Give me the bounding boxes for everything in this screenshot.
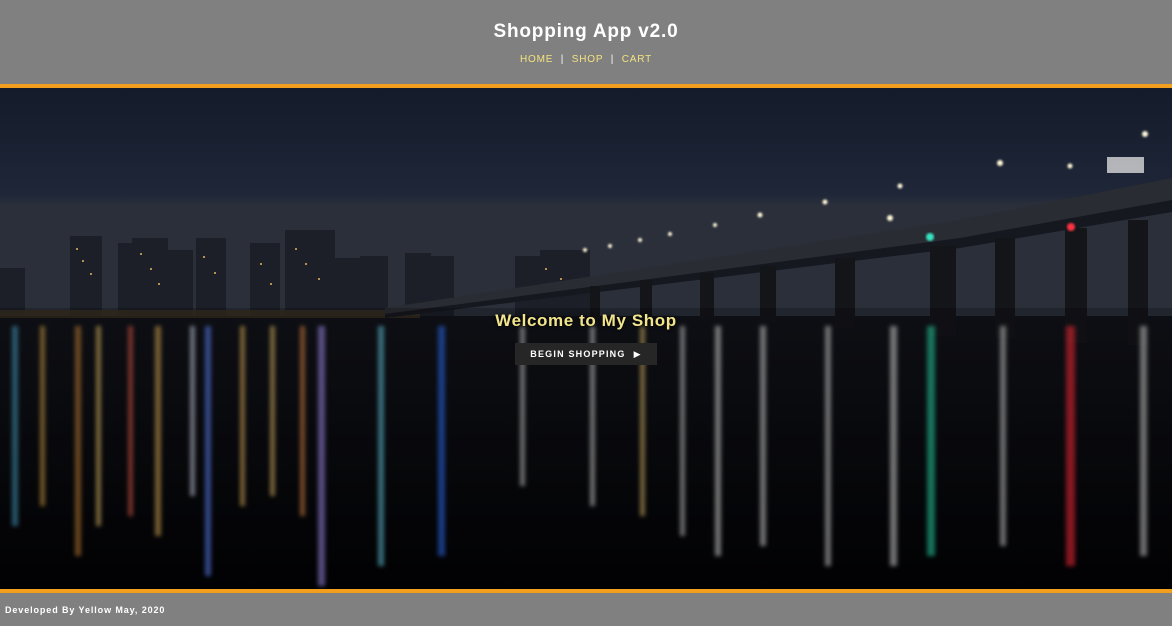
hero-heading: Welcome to My Shop: [495, 311, 677, 330]
nav-shop-link[interactable]: SHOP: [572, 54, 603, 65]
nav-cart-link[interactable]: CART: [622, 54, 652, 65]
nav-separator: |: [560, 54, 565, 65]
nav-home-link[interactable]: HOME: [520, 54, 553, 65]
begin-shopping-button[interactable]: BEGIN SHOPPING ▶: [515, 343, 657, 365]
nav-separator: |: [610, 54, 615, 65]
footer-credit: Developed By Yellow May, 2020: [5, 605, 166, 615]
play-icon: ▶: [633, 349, 642, 359]
begin-shopping-label: BEGIN SHOPPING: [530, 349, 626, 359]
site-header: Shopping App v2.0 HOME | SHOP | CART: [0, 0, 1172, 84]
hero-background-image: [0, 88, 1172, 589]
hero-banner: Welcome to My Shop BEGIN SHOPPING ▶: [0, 88, 1172, 589]
site-footer: Developed By Yellow May, 2020: [0, 593, 1172, 626]
app-title: Shopping App v2.0: [493, 21, 679, 42]
main-nav: HOME | SHOP | CART: [0, 54, 1172, 65]
